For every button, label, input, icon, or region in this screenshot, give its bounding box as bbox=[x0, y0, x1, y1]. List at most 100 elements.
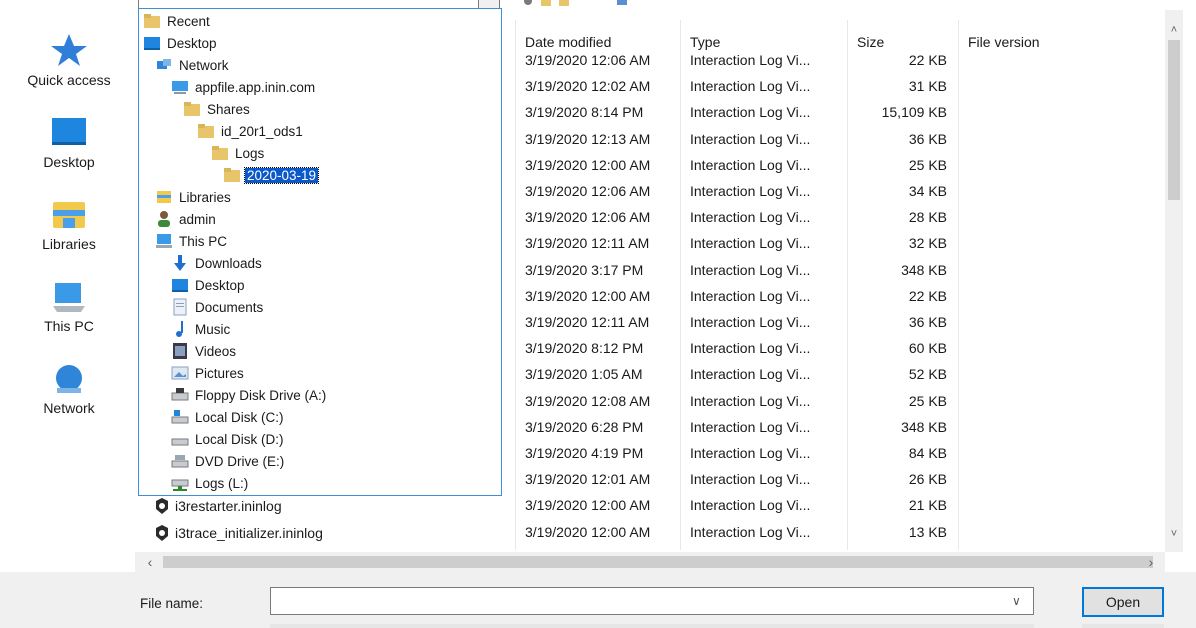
view-menu-icon[interactable] bbox=[616, 0, 628, 6]
tree-item[interactable]: Floppy Disk Drive (A:) bbox=[171, 384, 328, 406]
vertical-scroll-thumb[interactable] bbox=[1168, 40, 1180, 200]
scroll-right-arrow-icon[interactable]: › bbox=[1142, 554, 1160, 570]
vertical-scrollbar[interactable]: ˄ ˅ bbox=[1165, 10, 1183, 552]
scroll-up-arrow-icon[interactable]: ˄ bbox=[1165, 24, 1183, 36]
table-row[interactable]: i3restarter.ininlog 3/19/2020 12:00 AM Int… bbox=[135, 492, 1165, 518]
this-pc-icon bbox=[156, 234, 172, 248]
new-folder-icon[interactable] bbox=[558, 0, 570, 6]
places-bar: Quick access Desktop Libraries This PC N… bbox=[0, 10, 135, 480]
date-cell: 3/19/2020 12:11 AM bbox=[525, 235, 650, 252]
tree-item[interactable]: DVD Drive (E:) bbox=[171, 450, 286, 472]
size-cell: 52 KB bbox=[908, 366, 947, 383]
scroll-down-arrow-icon[interactable]: ˅ bbox=[1165, 528, 1183, 540]
date-cell: 3/19/2020 8:12 PM bbox=[525, 340, 644, 357]
tree-item[interactable]: Desktop bbox=[143, 32, 219, 54]
tree-item[interactable]: Libraries bbox=[155, 186, 233, 208]
date-cell: 3/19/2020 12:13 AM bbox=[525, 130, 651, 147]
type-cell: Interaction Log Vi... bbox=[690, 314, 811, 330]
cancel-button-edge[interactable] bbox=[1082, 624, 1164, 628]
size-cell: 34 KB bbox=[908, 183, 947, 199]
size-cell: 22 KB bbox=[908, 287, 947, 304]
tree-item-label: This PC bbox=[179, 233, 228, 249]
horizontal-scrollbar[interactable]: ‹ bbox=[135, 552, 1165, 572]
type-cell: Interaction Log Vi... bbox=[690, 366, 811, 383]
tree-item-label: 2020-03-19 bbox=[243, 166, 320, 184]
tree-item[interactable]: Local Disk (D:) bbox=[171, 428, 286, 450]
tree-item[interactable]: 2020-03-19 bbox=[223, 164, 320, 186]
place-network[interactable]: Network bbox=[10, 362, 128, 416]
user-icon bbox=[158, 211, 170, 227]
place-libraries[interactable]: Libraries bbox=[10, 198, 128, 252]
open-button[interactable]: Open bbox=[1082, 587, 1164, 617]
place-this-pc[interactable]: This PC bbox=[10, 280, 128, 334]
tree-item[interactable]: appfile.app.inin.com bbox=[171, 76, 317, 98]
scroll-left-arrow-icon[interactable]: ‹ bbox=[141, 554, 159, 570]
tree-item[interactable]: Music bbox=[171, 318, 232, 340]
tree-item[interactable]: Desktop bbox=[171, 274, 247, 296]
size-cell: 36 KB bbox=[908, 130, 947, 147]
file-type-combobox-edge[interactable] bbox=[270, 624, 1034, 628]
tree-item[interactable]: Logs (L:) bbox=[171, 472, 250, 494]
tree-item[interactable]: Videos bbox=[171, 340, 238, 362]
type-cell: Interaction Log Vi... bbox=[690, 52, 811, 68]
tree-item-label: Local Disk (D:) bbox=[195, 431, 284, 447]
tree-item[interactable]: Recent bbox=[143, 10, 212, 32]
file-name-bar: File name: ∨ Open bbox=[0, 572, 1196, 628]
libraries-icon bbox=[53, 202, 85, 228]
up-folder-icon[interactable] bbox=[540, 0, 552, 6]
file-name-text: i3trace_initializer.ininlog bbox=[175, 524, 323, 541]
tree-item-label: Shares bbox=[207, 101, 250, 117]
tree-item-label: Logs (L:) bbox=[195, 475, 249, 491]
size-cell: 28 KB bbox=[908, 209, 947, 226]
folder-icon bbox=[212, 146, 228, 160]
look-in-dropdown-tree[interactable]: Recent Desktop Network appfile.app.inin.com… bbox=[138, 8, 502, 496]
tree-item[interactable]: id_20r1_ods1 bbox=[197, 120, 305, 142]
libraries-icon bbox=[157, 191, 171, 203]
tree-item-label: Music bbox=[195, 321, 231, 337]
place-desktop[interactable]: Desktop bbox=[10, 116, 128, 170]
file-name-label: File name: bbox=[140, 596, 204, 611]
size-cell: 15,109 KB bbox=[881, 104, 947, 121]
star-icon bbox=[51, 34, 87, 66]
folder-icon bbox=[144, 14, 160, 28]
desktop-icon bbox=[52, 118, 86, 145]
size-cell: 25 KB bbox=[908, 392, 947, 409]
type-cell: Interaction Log Vi... bbox=[690, 287, 811, 304]
video-icon bbox=[173, 343, 187, 359]
file-name-text: i3restarter.ininlog bbox=[175, 498, 282, 515]
tree-item[interactable]: Shares bbox=[183, 98, 252, 120]
tree-item[interactable]: Network bbox=[155, 54, 231, 76]
horizontal-scroll-thumb[interactable] bbox=[163, 556, 1153, 568]
size-cell: 348 KB bbox=[901, 261, 947, 278]
tree-item-label: Network bbox=[179, 57, 229, 73]
desktop-icon bbox=[144, 37, 160, 50]
size-cell: 13 KB bbox=[908, 523, 947, 540]
tree-item-label: Logs bbox=[235, 145, 265, 161]
tree-item[interactable]: Local Disk (C:) bbox=[171, 406, 286, 428]
size-cell: 32 KB bbox=[908, 235, 947, 252]
tree-item[interactable]: This PC bbox=[155, 230, 229, 252]
file-name-input[interactable] bbox=[270, 587, 1034, 615]
tree-item[interactable]: Documents bbox=[171, 296, 265, 318]
tree-item[interactable]: Downloads bbox=[171, 252, 264, 274]
place-quick-access[interactable]: Quick access bbox=[10, 32, 128, 88]
tree-item[interactable]: Pictures bbox=[171, 362, 246, 384]
table-row[interactable]: i3trace_initializer.ininlog 3/19/2020 12:… bbox=[135, 519, 1165, 545]
tree-item[interactable]: Logs bbox=[211, 142, 266, 164]
type-cell: Interaction Log Vi... bbox=[690, 104, 811, 121]
tree-item-label: Libraries bbox=[179, 189, 231, 205]
tree-item-label: Local Disk (C:) bbox=[195, 409, 284, 425]
date-cell: 3/19/2020 12:00 AM bbox=[525, 523, 651, 540]
file-name-cell: i3trace_initializer.ininlog bbox=[153, 524, 323, 542]
tree-item[interactable]: admin bbox=[155, 208, 218, 230]
music-note-icon bbox=[176, 321, 183, 337]
tree-item-label: Downloads bbox=[195, 255, 262, 271]
place-label: This PC bbox=[44, 318, 94, 334]
size-cell: 348 KB bbox=[901, 418, 947, 435]
type-cell: Interaction Log Vi... bbox=[690, 471, 811, 488]
date-cell: 3/19/2020 12:00 AM bbox=[525, 156, 651, 173]
back-icon[interactable] bbox=[522, 0, 534, 6]
file-name-dropdown-chevron-icon[interactable]: ∨ bbox=[1012, 594, 1021, 608]
date-cell: 3/19/2020 12:11 AM bbox=[525, 314, 650, 330]
type-cell: Interaction Log Vi... bbox=[690, 209, 811, 226]
